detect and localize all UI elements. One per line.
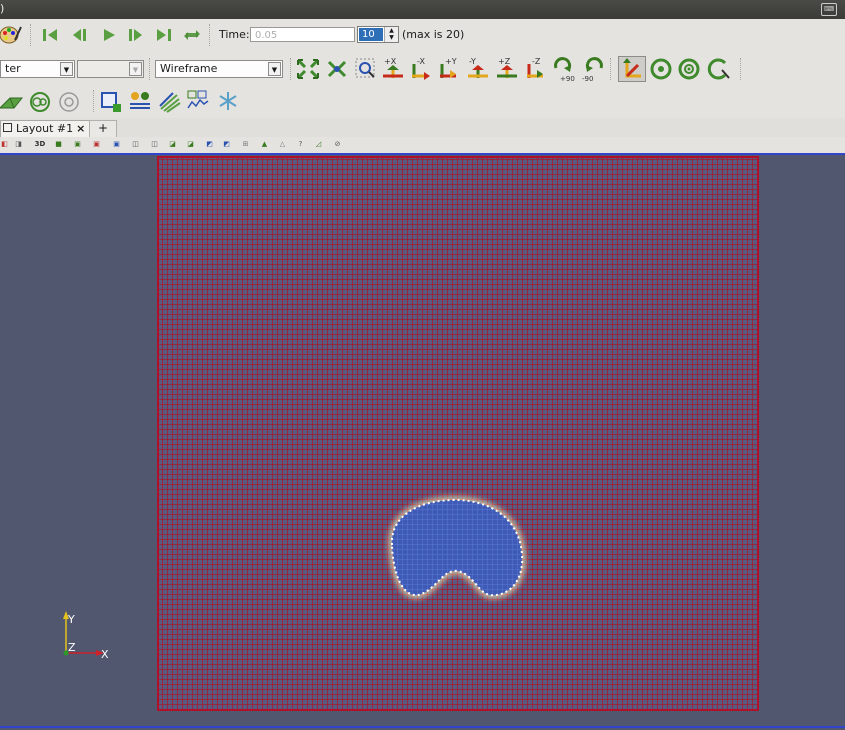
- first-frame-icon[interactable]: [41, 27, 59, 46]
- timestep-spinbox[interactable]: 10 ▲ ▼: [357, 26, 399, 43]
- title-bar: ) ⌨: [0, 0, 845, 19]
- rotate-minus-90-icon[interactable]: -90: [581, 56, 605, 85]
- ruler-icon[interactable]: ◿: [314, 140, 323, 149]
- hover-points-icon[interactable]: ◪: [168, 140, 177, 149]
- svg-text:+90: +90: [560, 75, 575, 82]
- previous-frame-icon[interactable]: [70, 27, 88, 46]
- zoom-to-data-icon[interactable]: [325, 58, 349, 83]
- time-label: Time:: [219, 28, 250, 41]
- axis-z-label: Z: [68, 641, 76, 654]
- filter-combobox[interactable]: ter ▼: [0, 60, 75, 78]
- view-plus-y-icon[interactable]: +Y: [436, 56, 460, 83]
- axis-y-label: Y: [67, 613, 75, 626]
- axis-x-label: X: [101, 648, 109, 661]
- split-horizontal-icon[interactable]: ◧: [0, 140, 9, 149]
- play-icon[interactable]: [101, 27, 117, 46]
- timestep-value: 10: [359, 28, 383, 41]
- field-combobox[interactable]: ▼: [77, 60, 144, 78]
- representation-combobox[interactable]: Wireframe ▼: [155, 60, 283, 78]
- hover-cells-icon[interactable]: ◪: [186, 140, 195, 149]
- select-frustum-icon[interactable]: ▣: [112, 140, 121, 149]
- toolbar-separator: [209, 24, 210, 46]
- svg-text:-X: -X: [417, 57, 425, 66]
- svg-text:-Z: -Z: [532, 57, 541, 66]
- keyboard-icon[interactable]: ⌨: [821, 3, 837, 16]
- layout-tabbar: Layout #1 × +: [0, 118, 845, 138]
- wireframe-mesh: [158, 157, 758, 710]
- time-input[interactable]: 0.05: [250, 27, 355, 42]
- toolbar-separator: [149, 58, 150, 80]
- tab-layout-1[interactable]: Layout #1 ×: [0, 120, 93, 137]
- query-icon[interactable]: ?: [296, 140, 305, 149]
- view-minus-y-icon[interactable]: -Y: [466, 56, 490, 83]
- view-plus-x-icon[interactable]: +X: [381, 56, 405, 83]
- toolbar-separator: [740, 58, 741, 80]
- stream-tracer-icon[interactable]: [159, 91, 181, 116]
- next-frame-icon[interactable]: [127, 27, 145, 46]
- render-canvas: Y Z X: [0, 155, 845, 728]
- svg-text:+X: +X: [384, 57, 397, 66]
- split-vertical-icon[interactable]: ◨: [14, 140, 23, 149]
- filters-toolbar: [0, 86, 845, 119]
- polygon-select-icon[interactable]: ◩: [205, 140, 214, 149]
- glyph-icon[interactable]: [217, 90, 239, 115]
- view-minus-x-icon[interactable]: -X: [408, 56, 432, 83]
- loop-icon[interactable]: [183, 26, 201, 47]
- view-toolbar: ◧ ◨ 3D ■ ▣ ▣ ▣ ◫ ◫ ◪ ◪ ◩ ◩ ⊞ ▲ △ ? ◿ ⊘: [0, 137, 845, 153]
- chevron-down-icon: ▼: [129, 62, 142, 76]
- close-icon[interactable]: ×: [76, 122, 85, 135]
- rotate-plus-90-icon[interactable]: +90: [552, 56, 576, 85]
- zoom-to-box-icon[interactable]: [355, 58, 377, 83]
- add-layout-button[interactable]: +: [89, 120, 117, 137]
- svg-text:+Z: +Z: [498, 57, 511, 66]
- shrink-selection-icon[interactable]: ▲: [260, 140, 269, 149]
- spin-arrows-icon[interactable]: ▲ ▼: [384, 27, 398, 42]
- view-bottom-border: [0, 726, 845, 728]
- view-minus-z-icon[interactable]: -Z: [523, 56, 547, 83]
- show-orientation-axes-icon[interactable]: [618, 56, 646, 82]
- camera-toolbar: ter ▼ ▼ Wireframe ▼ +X -X +Y -Y +Z -Z +9…: [0, 50, 845, 87]
- show-center-icon[interactable]: [650, 58, 672, 83]
- extract-selection-icon[interactable]: [100, 91, 122, 116]
- histogram-icon[interactable]: [187, 90, 209, 115]
- select-block-icon[interactable]: ◫: [131, 140, 140, 149]
- tab-layout-1-label: Layout #1: [16, 122, 74, 135]
- color-palette-icon[interactable]: [0, 25, 22, 48]
- window-title: ): [0, 2, 5, 15]
- max-timestep-label: (max is 20): [402, 28, 465, 41]
- view-plus-z-icon[interactable]: +Z: [495, 56, 519, 83]
- filter-combobox-value: ter: [5, 62, 21, 75]
- layout-icon: [3, 123, 12, 132]
- clip-icon[interactable]: [0, 92, 24, 115]
- calculator-icon[interactable]: [129, 90, 151, 115]
- select-cells-icon[interactable]: ▣: [73, 140, 82, 149]
- mode-3d-button[interactable]: 3D: [33, 140, 47, 149]
- toolbar-separator: [93, 90, 94, 112]
- grow-selection-icon[interactable]: ⊞: [241, 140, 250, 149]
- polygon-select-points-icon[interactable]: ◩: [222, 140, 231, 149]
- svg-text:-Y: -Y: [469, 57, 476, 66]
- chevron-down-icon: ▼: [60, 62, 73, 76]
- toolbar-separator: [610, 58, 611, 80]
- toolbar-separator: [30, 24, 31, 46]
- slice-icon[interactable]: [58, 91, 80, 116]
- pick-center-icon[interactable]: [707, 58, 731, 83]
- representation-value: Wireframe: [160, 62, 218, 75]
- reset-center-icon[interactable]: [678, 58, 700, 83]
- contour-icon[interactable]: [29, 91, 51, 116]
- animation-toolbar: Time: 0.05 10 ▲ ▼ (max is 20): [0, 19, 845, 51]
- render-view[interactable]: Y Z X: [0, 153, 845, 730]
- reset-camera-icon[interactable]: [296, 58, 320, 83]
- last-frame-icon[interactable]: [155, 27, 173, 46]
- svg-text:+Y: +Y: [445, 57, 457, 66]
- disable-icon[interactable]: ⊘: [333, 140, 342, 149]
- chevron-down-icon: ▼: [268, 62, 281, 76]
- toolbar-separator: [290, 58, 291, 80]
- svg-text:-90: -90: [582, 75, 593, 82]
- clear-selection-icon[interactable]: △: [278, 140, 287, 149]
- interactive-select-icon[interactable]: ◫: [150, 140, 159, 149]
- select-points-icon[interactable]: ▣: [92, 140, 101, 149]
- capture-icon[interactable]: ■: [54, 140, 63, 149]
